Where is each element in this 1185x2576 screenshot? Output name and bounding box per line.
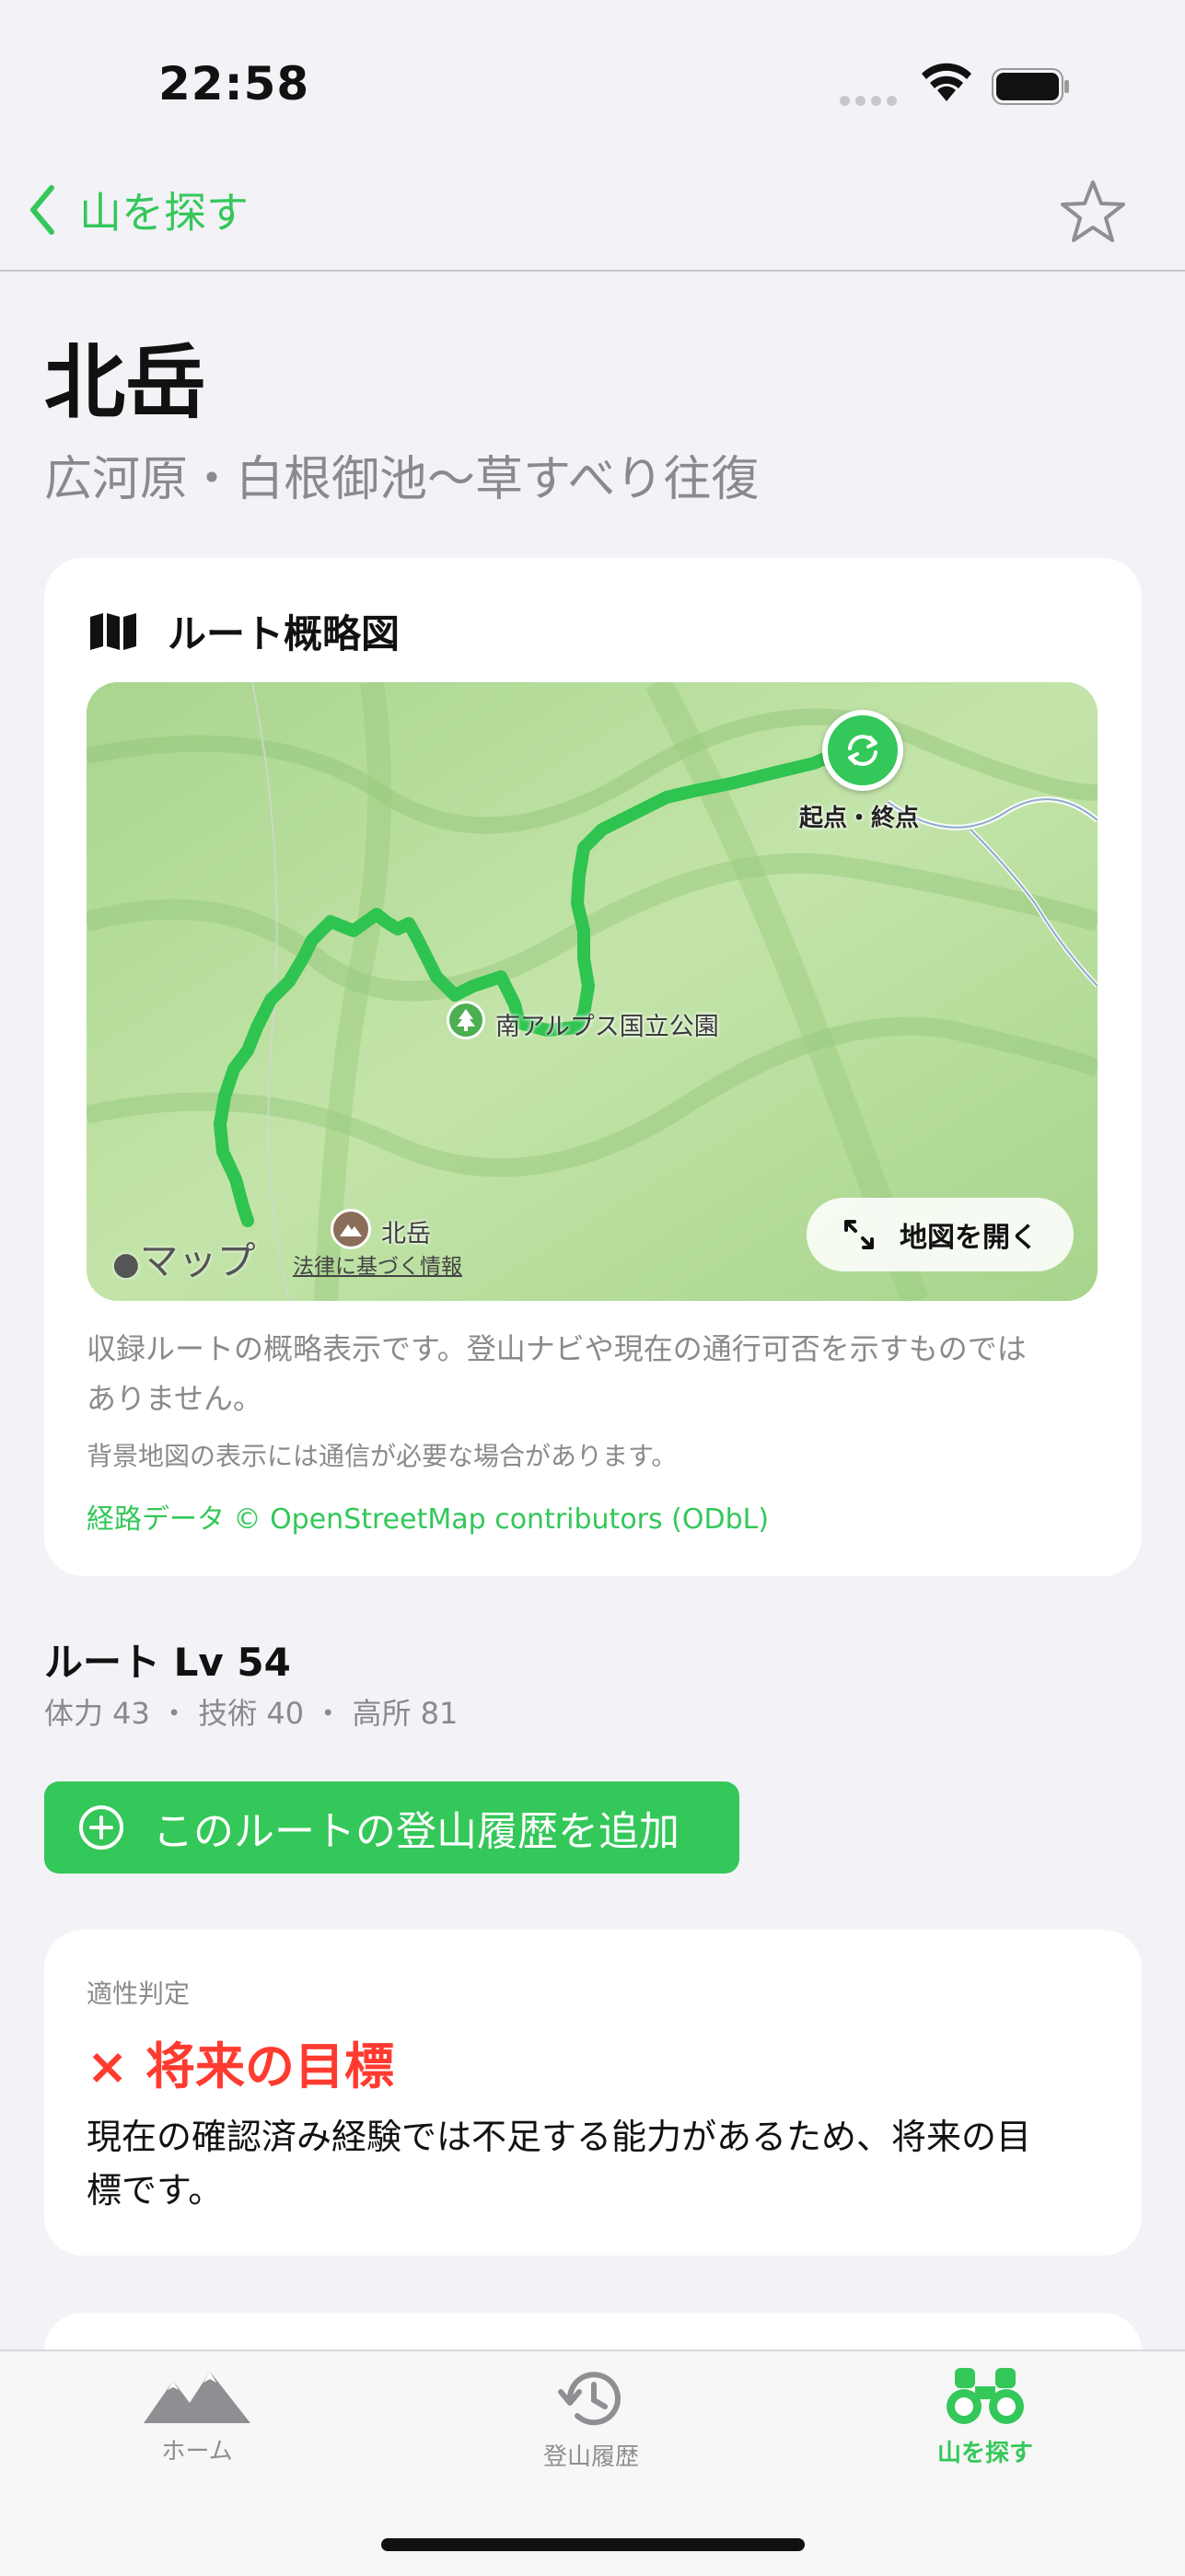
summit-label: 北岳 — [381, 1220, 431, 1248]
summit-icon — [331, 1209, 371, 1249]
tab-explore[interactable]: 山を探す — [893, 2366, 1077, 2468]
favorite-star-icon[interactable] — [1059, 179, 1127, 245]
status-time: 22:58 — [158, 57, 310, 110]
osm-attribution[interactable]: 経路データ © OpenStreetMap contributors (ODbL… — [87, 1496, 769, 1537]
suitability-result: × 将来の目標 — [87, 2037, 395, 2095]
apple-logo-icon: ● — [112, 1246, 140, 1282]
mountains-icon — [144, 2372, 250, 2423]
route-stats: 体力 43 ・ 技術 40 ・ 高所 81 — [44, 1696, 459, 1731]
open-map-button[interactable]: 地図を開く — [807, 1198, 1074, 1271]
history-icon — [558, 2372, 621, 2426]
binoculars-icon — [947, 2368, 1024, 2424]
map-overview-note: 収録ルートの概略表示です。登山ナビや現在の通行可否を示すものではありません。 — [87, 1331, 1027, 1416]
suitability-caption: 適性判定 — [87, 1978, 191, 2009]
tab-home-label: ホーム — [161, 2438, 233, 2466]
battery-icon — [992, 68, 1069, 105]
wifi-icon — [922, 63, 971, 101]
back-button-label: 山を探す — [79, 188, 249, 238]
add-climb-history-label: このルートの登山履歴を追加 — [153, 1808, 680, 1855]
expand-arrows-icon — [844, 1220, 874, 1249]
tab-explore-label: 山を探す — [936, 2440, 1033, 2467]
chevron-left-icon — [30, 185, 54, 235]
apple-maps-logo: ●マップ — [112, 1230, 256, 1286]
map-icon — [90, 612, 136, 650]
tab-home[interactable]: ホーム — [105, 2366, 289, 2466]
plus-circle-icon — [79, 1805, 123, 1850]
cellular-signal-icon — [840, 92, 902, 110]
start-end-label: 起点・終点 — [799, 805, 920, 832]
suitability-description: 現在の確認済み経験では不足する能力があるため、将来の目標です。 — [87, 2117, 1032, 2210]
home-indicator — [381, 2538, 805, 2551]
legal-info-link[interactable]: 法律に基づく情報 — [293, 1248, 462, 1280]
map-network-note: 背景地図の表示には通信が必要な場合があります。 — [87, 1441, 678, 1471]
open-map-label: 地図を開く — [900, 1222, 1038, 1254]
tab-history[interactable]: 登山履歴 — [499, 2366, 683, 2472]
back-button[interactable]: 山を探す — [28, 180, 249, 240]
maps-brand-label: マップ — [139, 1238, 256, 1283]
route-subtitle: 広河原・白根御池〜草すべり往復 — [44, 452, 760, 507]
page-title: 北岳 — [44, 335, 207, 430]
route-level: ルート Lv 54 — [44, 1640, 291, 1685]
tab-history-label: 登山履歴 — [542, 2443, 639, 2471]
start-end-marker[interactable] — [822, 710, 903, 791]
loop-arrows-icon — [848, 735, 877, 766]
map-card-title: ルート概略図 — [168, 611, 401, 656]
map-card-heading: ルート概略図 — [88, 603, 400, 659]
park-tree-icon — [447, 1001, 485, 1039]
park-label: 南アルプス国立公園 — [495, 1013, 719, 1041]
add-climb-history-button[interactable]: このルートの登山履歴を追加 — [44, 1781, 739, 1874]
